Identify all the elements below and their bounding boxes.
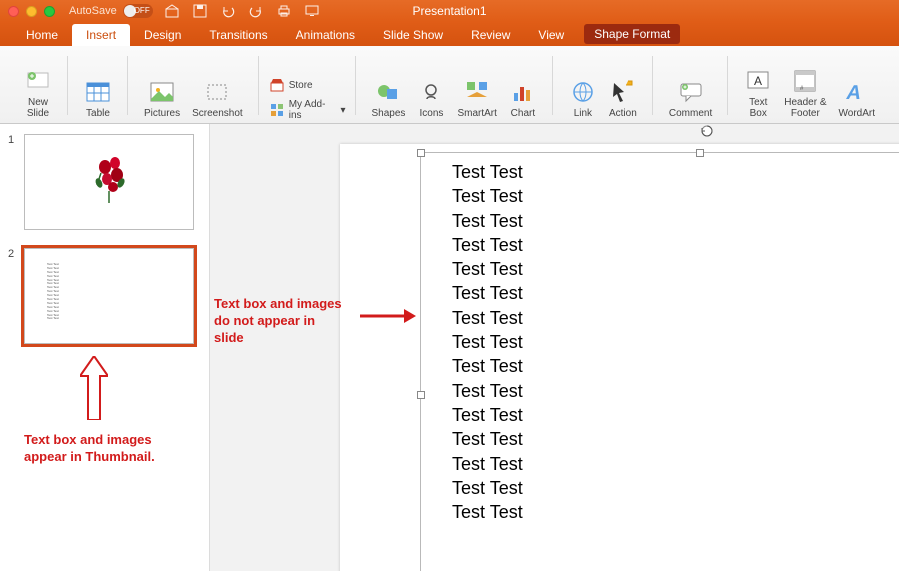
- close-window[interactable]: [8, 6, 19, 17]
- smartart-button[interactable]: SmartArt: [451, 76, 502, 121]
- text-box-button[interactable]: A Text Box: [738, 65, 778, 121]
- text-box-label: Text Box: [749, 97, 767, 119]
- chart-label: Chart: [511, 108, 535, 119]
- pictures-icon: [148, 78, 176, 106]
- wordart-icon: A: [843, 78, 871, 106]
- new-slide-label: New Slide: [27, 97, 49, 119]
- tab-design[interactable]: Design: [130, 24, 195, 46]
- wordart-button[interactable]: A WordArt: [833, 76, 882, 121]
- table-label: Table: [86, 108, 110, 119]
- chart-button[interactable]: Chart: [503, 76, 543, 121]
- action-icon: [609, 78, 637, 106]
- thumb-number: 2: [8, 248, 18, 344]
- window-controls: [8, 6, 55, 17]
- roses-image: [87, 153, 133, 205]
- annotation-slide: Text box and images do not appear in sli…: [214, 296, 354, 347]
- redo-icon[interactable]: [249, 4, 263, 18]
- slide-thumbnail-2[interactable]: Test TestTest Test Test TestTest Test Te…: [24, 248, 194, 344]
- header-footer-button[interactable]: # Header & Footer: [778, 65, 832, 121]
- dropdown-icon: ▾: [340, 105, 345, 116]
- autosave-switch[interactable]: [123, 4, 153, 18]
- screenshot-label: Screenshot: [192, 108, 243, 119]
- link-button[interactable]: Link: [563, 76, 603, 121]
- shapes-icon: [374, 78, 402, 106]
- minimize-window[interactable]: [26, 6, 37, 17]
- slide-thumbnails-panel[interactable]: 1 2 Test TestTest Test: [0, 124, 210, 571]
- rotation-handle[interactable]: [700, 124, 714, 138]
- ribbon-tabs: Home Insert Design Transitions Animation…: [0, 22, 899, 46]
- maximize-window[interactable]: [44, 6, 55, 17]
- shapes-button[interactable]: Shapes: [366, 76, 412, 121]
- table-button[interactable]: Table: [78, 76, 118, 121]
- smartart-icon: [463, 78, 491, 106]
- icons-label: Icons: [419, 108, 443, 119]
- resize-handle[interactable]: [696, 149, 704, 157]
- pictures-button[interactable]: Pictures: [138, 76, 186, 121]
- store-button[interactable]: Store: [269, 77, 346, 93]
- resize-handle[interactable]: [417, 391, 425, 399]
- header-footer-label: Header & Footer: [784, 97, 826, 119]
- tab-transitions[interactable]: Transitions: [195, 24, 281, 46]
- smartart-label: SmartArt: [457, 108, 496, 119]
- header-footer-icon: #: [791, 67, 819, 95]
- table-icon: [84, 78, 112, 106]
- slide-thumbnail-1[interactable]: [24, 134, 194, 230]
- thumb-number: 1: [8, 134, 18, 230]
- autosave-toggle[interactable]: AutoSave: [69, 4, 153, 18]
- wordart-label: WordArt: [839, 108, 876, 119]
- svg-text:A: A: [754, 74, 762, 88]
- tab-insert[interactable]: Insert: [72, 24, 130, 46]
- workspace: 1 2 Test TestTest Test: [0, 124, 899, 571]
- icons-icon: [417, 78, 445, 106]
- slide-canvas[interactable]: Test Test Test Test Test Test Test Test …: [210, 124, 899, 571]
- comment-label: Comment: [669, 108, 712, 119]
- arrow-up-icon: [80, 356, 108, 420]
- resize-handle[interactable]: [417, 149, 425, 157]
- link-label: Link: [574, 108, 592, 119]
- thumbnail-row-1: 1: [8, 134, 201, 230]
- tab-shape-format[interactable]: Shape Format: [584, 24, 680, 44]
- icons-button[interactable]: Icons: [411, 76, 451, 121]
- pictures-label: Pictures: [144, 108, 180, 119]
- autosave-label: AutoSave: [69, 5, 117, 17]
- my-addins-label: My Add-ins: [289, 99, 337, 121]
- tv-icon[interactable]: [305, 4, 319, 18]
- my-addins-button[interactable]: My Add-ins ▾: [269, 99, 346, 121]
- thumbnail-row-2: 2 Test TestTest Test Test TestTest Test …: [8, 248, 201, 344]
- store-label: Store: [289, 80, 313, 91]
- tab-home[interactable]: Home: [12, 24, 72, 46]
- titlebar: AutoSave Presentation1: [0, 0, 899, 22]
- screenshot-button[interactable]: Screenshot: [186, 76, 249, 121]
- svg-text:A: A: [844, 82, 863, 104]
- screenshot-icon: [203, 78, 231, 106]
- shapes-label: Shapes: [372, 108, 406, 119]
- action-button[interactable]: Action: [603, 76, 643, 121]
- tab-review[interactable]: Review: [457, 24, 524, 46]
- addins-icon: [269, 102, 285, 118]
- thumb-text: Test TestTest Test Test TestTest Test Te…: [47, 263, 59, 321]
- tab-animations[interactable]: Animations: [282, 24, 369, 46]
- undo-icon[interactable]: [221, 4, 235, 18]
- tab-slideshow[interactable]: Slide Show: [369, 24, 457, 46]
- annotation-thumb: Text box and images appear in Thumbnail.: [24, 432, 194, 466]
- home-icon[interactable]: [165, 4, 179, 18]
- chart-icon: [509, 78, 537, 106]
- comment-icon: [677, 78, 705, 106]
- action-label: Action: [609, 108, 637, 119]
- textbox-content[interactable]: Test Test Test Test Test Test Test Test …: [452, 160, 523, 524]
- new-slide-icon: [24, 67, 52, 95]
- tab-view[interactable]: View: [524, 24, 578, 46]
- arrow-right-icon: [360, 306, 416, 326]
- text-box-icon: A: [744, 67, 772, 95]
- save-icon[interactable]: [193, 4, 207, 18]
- store-icon: [269, 77, 285, 93]
- quick-access-toolbar: [165, 4, 319, 18]
- new-slide-button[interactable]: New Slide: [18, 65, 58, 121]
- print-icon[interactable]: [277, 4, 291, 18]
- link-icon: [569, 78, 597, 106]
- comment-button[interactable]: Comment: [663, 76, 718, 121]
- ribbon: New Slide Table Pictures Screenshot Stor…: [0, 46, 899, 124]
